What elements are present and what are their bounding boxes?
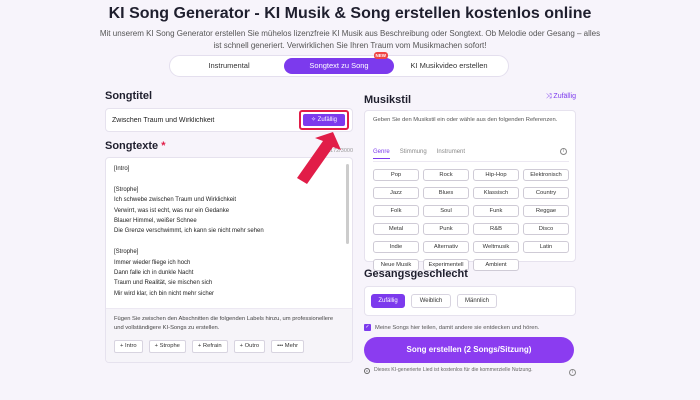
random-style-label: Zufällig xyxy=(553,93,576,100)
info-icon[interactable]: i xyxy=(560,148,567,155)
random-title-label: Zufällig xyxy=(317,117,338,123)
tab-instrumental[interactable]: Instrumental xyxy=(174,58,284,74)
genre-chip[interactable]: Weltmusik xyxy=(473,241,519,253)
add-outro-button[interactable]: + Outro xyxy=(233,340,266,353)
label-hint-text: Fügen Sie zwischen den Abschnitten die f… xyxy=(114,316,334,331)
footnote: c Dieses KI-generierte Lied ist kostenlo… xyxy=(364,367,576,376)
label-hint-panel: Fügen Sie zwischen den Abschnitten die f… xyxy=(106,308,352,362)
genre-chip[interactable]: Latin xyxy=(523,241,569,253)
genre-chip[interactable]: Alternativ xyxy=(423,241,469,253)
genre-chip[interactable]: Indie xyxy=(373,241,419,253)
genre-chip[interactable]: R&B xyxy=(473,223,519,235)
add-refrain-button[interactable]: + Refrain xyxy=(191,340,228,353)
genre-chip[interactable]: Blues xyxy=(423,187,469,199)
songtitle-input[interactable] xyxy=(112,109,292,131)
page-subtitle: Mit unserem KI Song Generator erstellen … xyxy=(99,29,601,50)
info-icon[interactable]: i xyxy=(569,369,576,376)
tab-label: Songtext zu Song xyxy=(309,61,369,70)
genre-chip[interactable]: Elektronisch xyxy=(523,169,569,181)
tab-songtext-zu-song[interactable]: Songtext zu Song NEW xyxy=(284,52,394,74)
share-label: Meine Songs hier teilen, damit andere si… xyxy=(375,324,540,331)
red-arrow-icon xyxy=(297,132,341,184)
genre-chip[interactable]: Soul xyxy=(423,205,469,217)
musikstil-heading: Musikstil xyxy=(364,94,412,106)
genre-chip[interactable]: Country xyxy=(523,187,569,199)
genre-chip[interactable]: Pop xyxy=(373,169,419,181)
create-song-button[interactable]: Song erstellen (2 Songs/Sitzung) xyxy=(364,337,574,363)
random-style-button[interactable]: ⤨ Zufällig xyxy=(546,93,576,101)
divider xyxy=(373,161,569,162)
share-option[interactable]: ✓ Meine Songs hier teilen, damit andere … xyxy=(364,324,539,331)
subtab-genre[interactable]: Genre xyxy=(373,149,390,159)
tab-musikvideo[interactable]: KI Musikvideo erstellen xyxy=(394,58,504,74)
share-checkbox[interactable]: ✓ xyxy=(364,324,371,331)
voice-heading: Gesangsgeschlecht xyxy=(364,268,468,280)
voice-options: Zufällig Weiblich Männlich xyxy=(364,286,576,316)
genre-chip[interactable]: Disco xyxy=(523,223,569,235)
left-column: Songtitel ✧ Zufällig Songtexte * 1172/30… xyxy=(105,90,353,363)
genre-chip[interactable]: Folk xyxy=(373,205,419,217)
genre-chip[interactable]: Rock xyxy=(423,169,469,181)
songtexte-heading: Songtexte * xyxy=(105,140,166,152)
musikstil-subtabs: Genre Stimmung Instrument xyxy=(373,149,465,159)
songtitle-heading: Songtitel xyxy=(105,90,153,102)
musikstil-header: Musikstil ⤨ Zufällig xyxy=(364,90,576,106)
add-strophe-button[interactable]: + Strophe xyxy=(148,340,186,353)
genre-chip[interactable]: Klassisch xyxy=(473,187,519,199)
page-title: KI Song Generator - KI Musik & Song erst… xyxy=(108,5,592,22)
add-intro-button[interactable]: + Intro xyxy=(114,340,143,353)
genre-grid: Pop Rock Hip-Hop Elektronisch Jazz Blues… xyxy=(373,169,573,271)
musikstil-input[interactable]: Geben Sie den Musikstil ein oder wähle a… xyxy=(373,116,569,125)
new-badge: NEW xyxy=(373,52,388,59)
voice-option-random[interactable]: Zufällig xyxy=(371,294,405,308)
required-mark: * xyxy=(161,140,166,152)
genre-chip[interactable]: Hip-Hop xyxy=(473,169,519,181)
genre-chip[interactable]: Jazz xyxy=(373,187,419,199)
random-title-button[interactable]: ✧ Zufällig xyxy=(303,114,345,126)
more-labels-button[interactable]: ••• Mehr xyxy=(271,340,305,353)
footnote-text: Dieses KI-generierte Lied ist kostenlos … xyxy=(374,367,533,373)
label-button-row: + Intro + Strophe + Refrain + Outro ••• … xyxy=(114,340,344,353)
voice-option-female[interactable]: Weiblich xyxy=(411,294,451,308)
genre-chip[interactable]: Funk xyxy=(473,205,519,217)
right-column: Musikstil ⤨ Zufällig Geben Sie den Musik… xyxy=(364,90,576,376)
highlight-box: ✧ Zufällig xyxy=(299,110,349,130)
genre-chip[interactable]: Ambient xyxy=(473,259,519,271)
mode-tabs: Instrumental Songtext zu Song NEW KI Mus… xyxy=(169,52,509,77)
musikstil-panel: Geben Sie den Musikstil ein oder wähle a… xyxy=(364,110,576,271)
subtab-stimmung[interactable]: Stimmung xyxy=(400,149,427,159)
genre-chip[interactable]: Punk xyxy=(423,223,469,235)
voice-option-male[interactable]: Männlich xyxy=(457,294,497,308)
songtexte-heading-label: Songtexte xyxy=(105,140,159,152)
sparkle-icon: ✧ xyxy=(310,117,318,123)
subtab-instrument[interactable]: Instrument xyxy=(437,149,465,159)
copyright-icon: c xyxy=(364,368,370,374)
genre-chip[interactable]: Reggae xyxy=(523,205,569,217)
genre-chip[interactable]: Metal xyxy=(373,223,419,235)
lyrics-scrollbar[interactable] xyxy=(346,164,349,244)
